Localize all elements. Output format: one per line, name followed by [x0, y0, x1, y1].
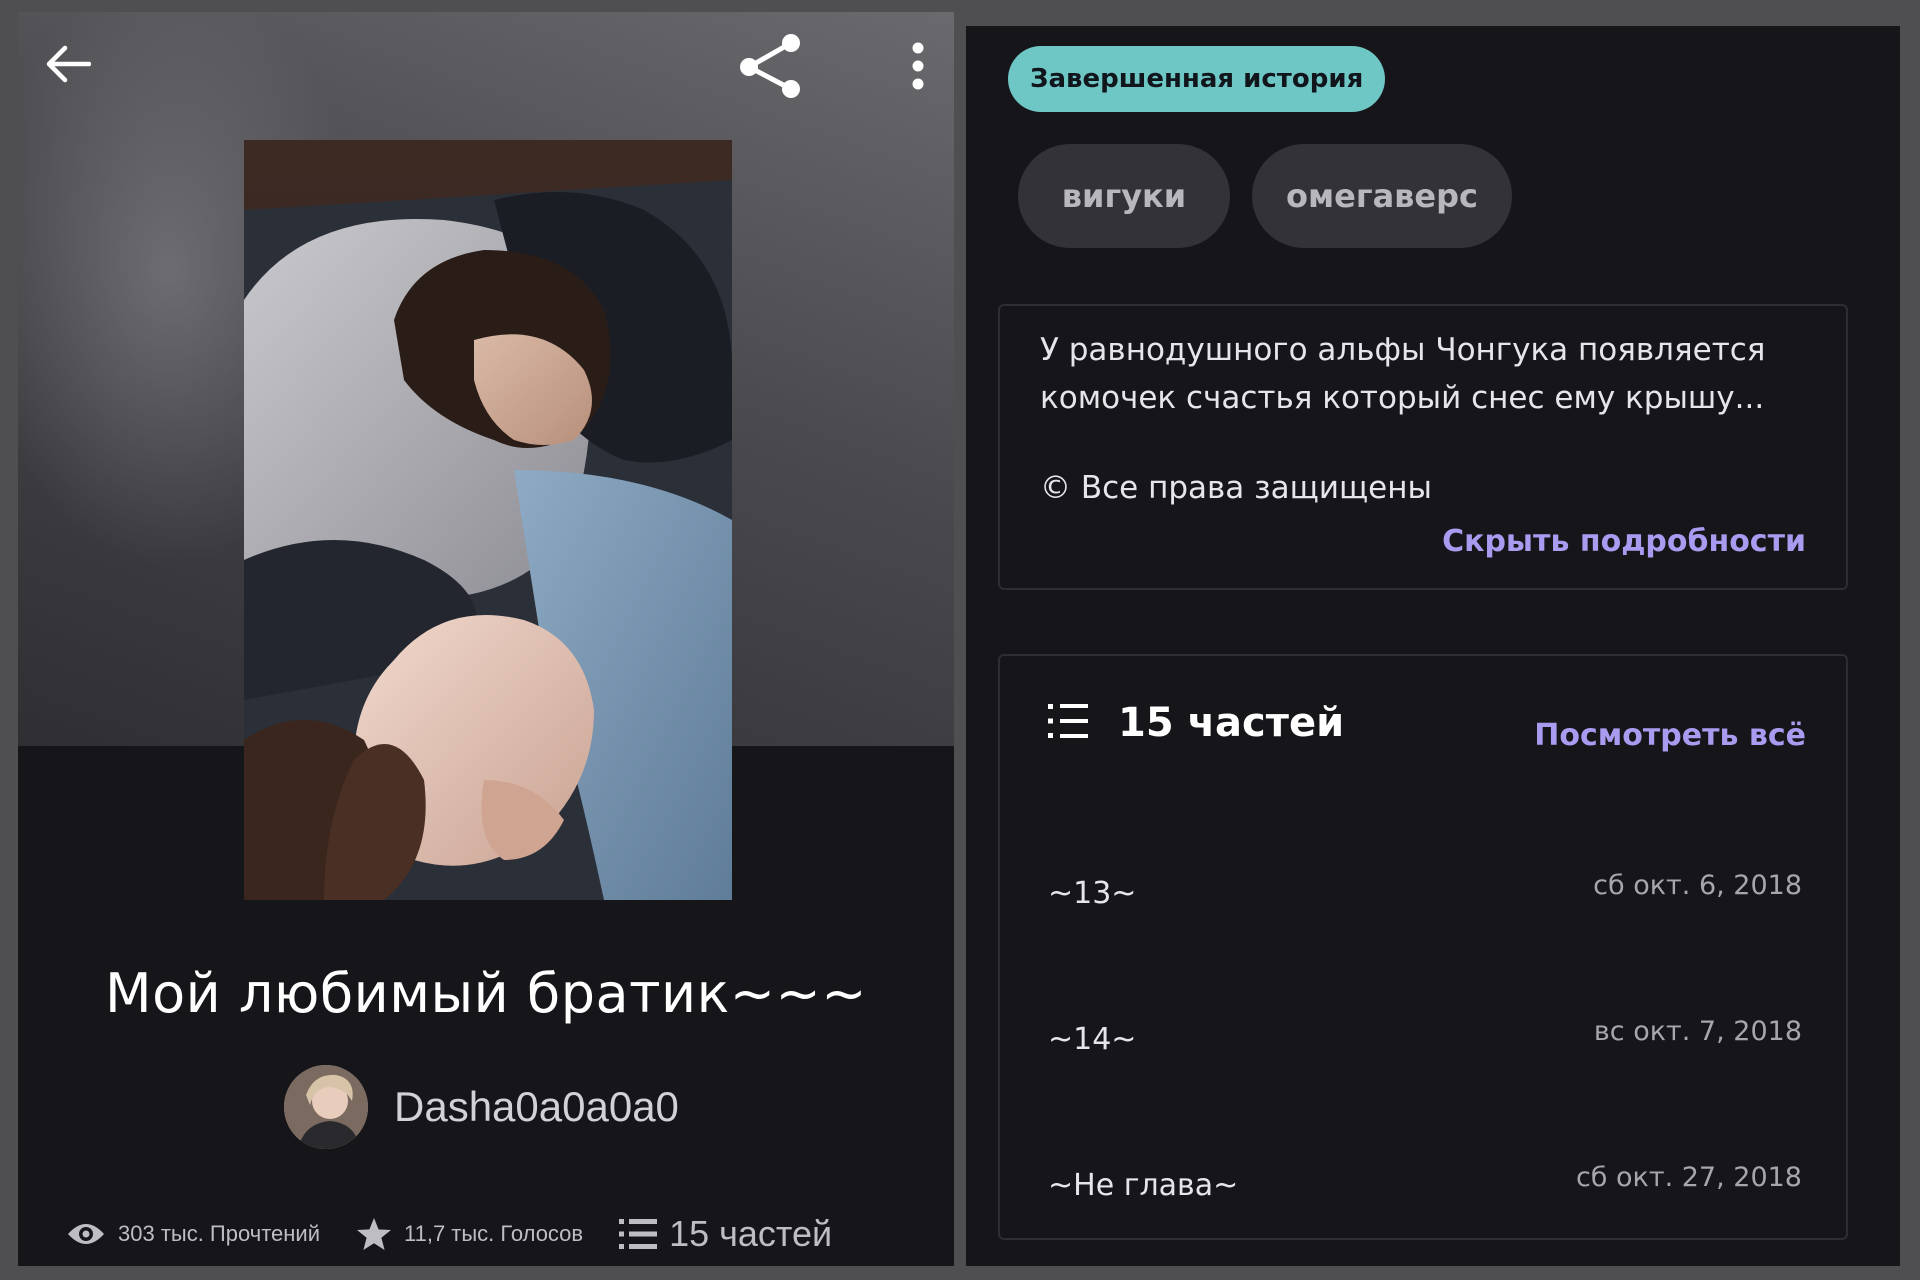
eye-icon [66, 1220, 106, 1248]
part-name: ~13~ [1048, 876, 1137, 911]
more-vert-icon [912, 42, 924, 90]
status-badge: Завершенная история [1008, 46, 1386, 112]
reads-count: 303 тыс. Прочтений [118, 1221, 320, 1246]
reads-stat: 303 тыс. Прочтений [66, 1220, 320, 1248]
tag-omegaverse[interactable]: омегаверс [1252, 144, 1512, 248]
more-options-button[interactable] [898, 34, 938, 98]
part-row[interactable]: ~14~ вс окт. 7, 2018 [1000, 1000, 1850, 1080]
part-name: ~14~ [1048, 1022, 1137, 1057]
votes-count: 11,7 тыс. Голосов [404, 1221, 584, 1246]
list-icon [619, 1218, 658, 1250]
star-icon [356, 1217, 392, 1251]
hide-details-link[interactable]: Скрыть подробности [1442, 524, 1806, 559]
avatar[interactable] [284, 1065, 368, 1149]
story-description: У равнодушного альфы Чонгука появляется … [1040, 332, 1766, 416]
share-icon [740, 34, 800, 98]
part-row[interactable]: ~13~ сб окт. 6, 2018 [1000, 854, 1850, 934]
cover-image[interactable] [244, 140, 732, 900]
author-row[interactable]: Dasha0a0a0a0 [284, 1064, 679, 1150]
story-title: Мой любимый братик~~~ [105, 962, 867, 1025]
parts-card: 15 частей Посмотреть всё ~13~ сб окт. 6,… [998, 654, 1848, 1240]
part-name: ~Не глава~ [1048, 1168, 1239, 1203]
back-button[interactable] [36, 32, 100, 96]
part-date: вс окт. 7, 2018 [1593, 1016, 1802, 1047]
cover-illustration [244, 140, 732, 900]
list-icon [1048, 703, 1088, 743]
view-all-link[interactable]: Посмотреть всё [1534, 718, 1806, 753]
story-cover-panel: Мой любимый братик~~~ Dasha0a0a0a0 303 т… [18, 12, 954, 1266]
parts-stat: 15 частей [619, 1213, 832, 1255]
tag-vigukі[interactable]: вигуки [1018, 144, 1230, 248]
parts-header: 15 частей [1048, 700, 1344, 746]
copyright-notice: © Все права защищены [1040, 470, 1432, 506]
part-date: сб окт. 6, 2018 [1593, 870, 1802, 901]
votes-stat: 11,7 тыс. Голосов [356, 1217, 583, 1251]
part-row[interactable]: ~Не глава~ сб окт. 27, 2018 [1000, 1146, 1850, 1226]
description-card: У равнодушного альфы Чонгука появляется … [998, 304, 1848, 590]
parts-count: 15 частей [669, 1213, 833, 1254]
author-name[interactable]: Dasha0a0a0a0 [394, 1083, 679, 1131]
parts-title: 15 частей [1118, 700, 1345, 746]
share-button[interactable] [732, 28, 808, 104]
story-details-panel: Завершенная история вигуки омегаверс У р… [966, 26, 1900, 1266]
back-arrow-icon [46, 45, 91, 83]
part-date: сб окт. 27, 2018 [1575, 1162, 1802, 1193]
story-stats: 303 тыс. Прочтений 11,7 тыс. Голосов 15 … [66, 1204, 832, 1264]
